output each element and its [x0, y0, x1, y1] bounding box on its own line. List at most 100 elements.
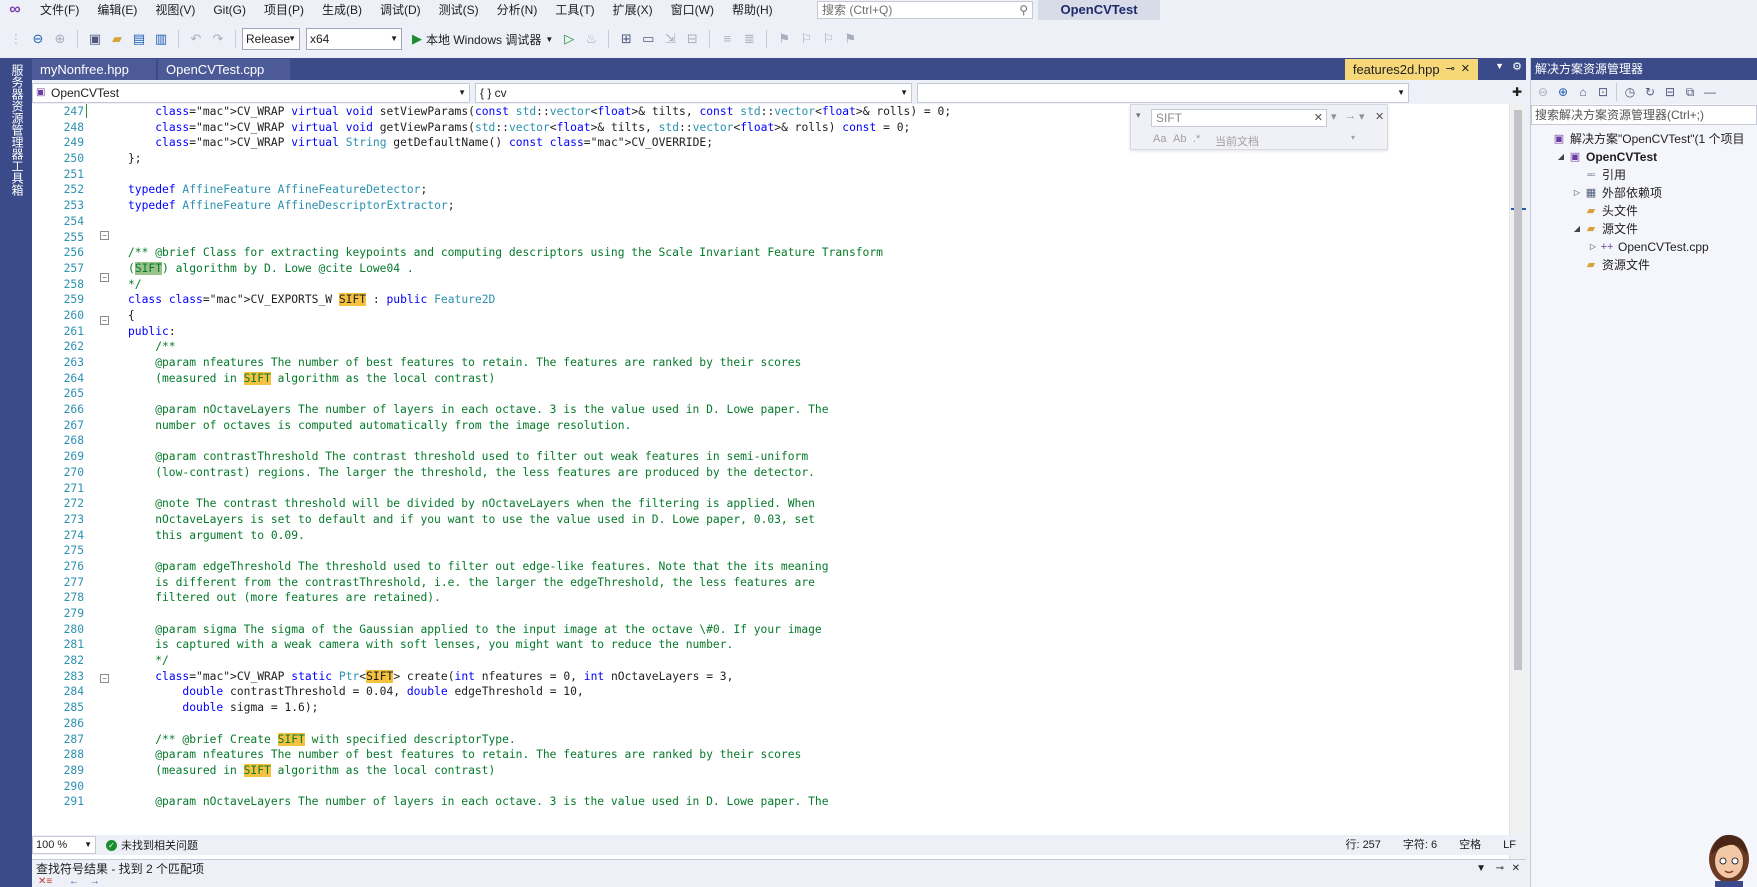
- switch-views-icon[interactable]: ⊡: [1594, 82, 1612, 102]
- namespace-select[interactable]: { } cv ▼: [475, 83, 912, 103]
- back-icon[interactable]: ⊖: [1534, 82, 1552, 102]
- pin-icon[interactable]: ⊸: [1446, 59, 1455, 80]
- hot-reload-icon[interactable]: ♨: [581, 29, 601, 49]
- bookmark-icon[interactable]: ⚑: [774, 29, 794, 49]
- code-line[interactable]: typedef AffineFeature AffineFeatureDetec…: [128, 182, 1498, 198]
- platform-select[interactable]: x64 ▼: [306, 28, 402, 50]
- fold-toggle-icon[interactable]: −: [100, 273, 109, 282]
- server-explorer-tab[interactable]: 服务器资源管理器: [9, 64, 26, 160]
- regex-toggle[interactable]: .*: [1193, 133, 1200, 145]
- code-line[interactable]: @param nfeatures The number of best feat…: [128, 355, 1498, 371]
- expand-toggle-icon[interactable]: ◢: [1555, 148, 1567, 166]
- navigate-back-icon[interactable]: ⊖: [28, 29, 48, 49]
- menu-item[interactable]: 视图(V): [145, 0, 203, 20]
- chevron-down-icon[interactable]: ▼: [1476, 860, 1486, 878]
- menu-item[interactable]: 帮助(H): [722, 0, 781, 20]
- column-indicator[interactable]: 字符: 6: [1403, 835, 1437, 855]
- code-line[interactable]: ​: [128, 716, 1498, 732]
- close-icon[interactable]: ✕: [1314, 110, 1323, 126]
- code-line[interactable]: ​: [128, 214, 1498, 230]
- fold-toggle-icon[interactable]: −: [100, 674, 109, 683]
- fold-toggle-icon[interactable]: −: [100, 231, 109, 240]
- tree-item[interactable]: ▰ 头文件: [1531, 202, 1638, 220]
- close-find-icon[interactable]: ✕: [1375, 110, 1384, 123]
- tab-list-dropdown-icon[interactable]: ▼: [1495, 61, 1504, 71]
- pin-icon[interactable]: ⊸: [1496, 860, 1504, 878]
- tree-item[interactable]: ▷ ▦ 外部依赖项: [1531, 184, 1662, 202]
- split-editor-icon[interactable]: ✚: [1512, 85, 1522, 99]
- code-line[interactable]: };: [128, 151, 1498, 167]
- previous-result-icon[interactable]: ←: [69, 876, 79, 887]
- clear-results-icon[interactable]: ✕≡: [38, 876, 52, 887]
- undo-icon[interactable]: ↶: [186, 29, 206, 49]
- code-line[interactable]: @param nOctaveLayers The number of layer…: [128, 402, 1498, 418]
- code-line[interactable]: ​: [128, 230, 1498, 246]
- open-file-icon[interactable]: ▰: [107, 29, 127, 49]
- prev-bookmark-icon[interactable]: ⚐: [796, 29, 816, 49]
- code-line[interactable]: /**: [128, 339, 1498, 355]
- menu-item[interactable]: 窗口(W): [661, 0, 722, 20]
- pending-changes-icon[interactable]: ◷: [1621, 82, 1639, 102]
- forward-icon[interactable]: ⊕: [1554, 82, 1572, 102]
- code-line[interactable]: nOctaveLayers is set to default and if y…: [128, 512, 1498, 528]
- save-icon[interactable]: ▤: [129, 29, 149, 49]
- vertical-scrollbar[interactable]: [1509, 104, 1526, 859]
- code-line[interactable]: [128, 433, 1498, 449]
- save-all-icon[interactable]: ▥: [151, 29, 171, 49]
- find-options-icon[interactable]: ▾: [1359, 110, 1365, 123]
- code-line[interactable]: this argument to 0.09.: [128, 528, 1498, 544]
- tree-item[interactable]: ▷ ++ OpenCVTest.cpp: [1531, 238, 1709, 256]
- find-scope-select[interactable]: 当前文档 ▾: [1215, 133, 1355, 149]
- clear-bookmarks-icon[interactable]: ⚑: [840, 29, 860, 49]
- code-line[interactable]: double contrastThreshold = 0.04, double …: [128, 684, 1498, 700]
- code-line[interactable]: public:: [128, 324, 1498, 340]
- line-ending-indicator[interactable]: LF: [1503, 835, 1516, 855]
- code-line[interactable]: /** @brief Class for extracting keypoint…: [128, 245, 1498, 261]
- expand-toggle-icon[interactable]: ▷: [1587, 238, 1599, 256]
- code-line[interactable]: @param sigma The sigma of the Gaussian a…: [128, 622, 1498, 638]
- code-line[interactable]: @note The contrast threshold will be div…: [128, 496, 1498, 512]
- global-search-input[interactable]: 搜索 (Ctrl+Q) ⚲: [817, 1, 1033, 19]
- sync-icon[interactable]: ↻: [1641, 82, 1659, 102]
- code-line[interactable]: filtered out (more features are retained…: [128, 590, 1498, 606]
- menu-item[interactable]: Git(G): [203, 0, 254, 20]
- tree-item[interactable]: ▰ 资源文件: [1531, 256, 1650, 274]
- member-select[interactable]: ▼: [917, 83, 1409, 103]
- code-line[interactable]: {: [128, 308, 1498, 324]
- code-line[interactable]: (low-contrast) regions. The larger the t…: [128, 465, 1498, 481]
- code-line[interactable]: typedef AffineFeature AffineDescriptorEx…: [128, 198, 1498, 214]
- menu-item[interactable]: 工具(T): [545, 0, 602, 20]
- code-line[interactable]: @param contrastThreshold The contrast th…: [128, 449, 1498, 465]
- step-icon[interactable]: ⇲: [660, 29, 680, 49]
- next-bookmark-icon[interactable]: ⚐: [818, 29, 838, 49]
- configuration-select[interactable]: Release ▼: [242, 28, 300, 50]
- code-line[interactable]: [128, 606, 1498, 622]
- tree-item[interactable]: ◢ ▰ 源文件: [1531, 220, 1638, 238]
- code-line[interactable]: double sigma = 1.6);: [128, 700, 1498, 716]
- zoom-select[interactable]: 100 % ▼: [32, 836, 96, 854]
- uncomment-icon[interactable]: ≣: [739, 29, 759, 49]
- solution-configurations-icon[interactable]: ⊞: [616, 29, 636, 49]
- tree-item[interactable]: ▣ 解决方案"OpenCVTest"(1 个项目: [1531, 130, 1745, 148]
- code-line[interactable]: */: [128, 653, 1498, 669]
- code-line[interactable]: is captured with a weak camera with soft…: [128, 637, 1498, 653]
- code-line[interactable]: [128, 779, 1498, 795]
- show-all-files-icon[interactable]: ⧉: [1681, 82, 1699, 102]
- menu-item[interactable]: 编辑(E): [87, 0, 145, 20]
- menu-item[interactable]: 文件(F): [30, 0, 87, 20]
- whole-word-toggle[interactable]: Ab: [1173, 133, 1186, 145]
- close-icon[interactable]: ✕: [1512, 860, 1520, 878]
- start-without-debugging-icon[interactable]: ▷: [559, 29, 579, 49]
- tree-item[interactable]: ▫▫ 引用: [1531, 166, 1626, 184]
- code-line[interactable]: [128, 481, 1498, 497]
- code-line[interactable]: @param edgeThreshold The threshold used …: [128, 559, 1498, 575]
- redo-icon[interactable]: ↷: [208, 29, 228, 49]
- collapse-all-icon[interactable]: ⊟: [1661, 82, 1679, 102]
- code-line[interactable]: is different from the contrastThreshold,…: [128, 575, 1498, 591]
- window-layout-icon[interactable]: ▭: [638, 29, 658, 49]
- code-text-area[interactable]: class="mac">CV_WRAP virtual void setView…: [128, 104, 1498, 859]
- code-line[interactable]: ​: [128, 167, 1498, 183]
- next-result-icon[interactable]: →: [90, 876, 100, 887]
- scrollbar-thumb[interactable]: [1514, 110, 1522, 670]
- comment-out-icon[interactable]: ≡: [717, 29, 737, 49]
